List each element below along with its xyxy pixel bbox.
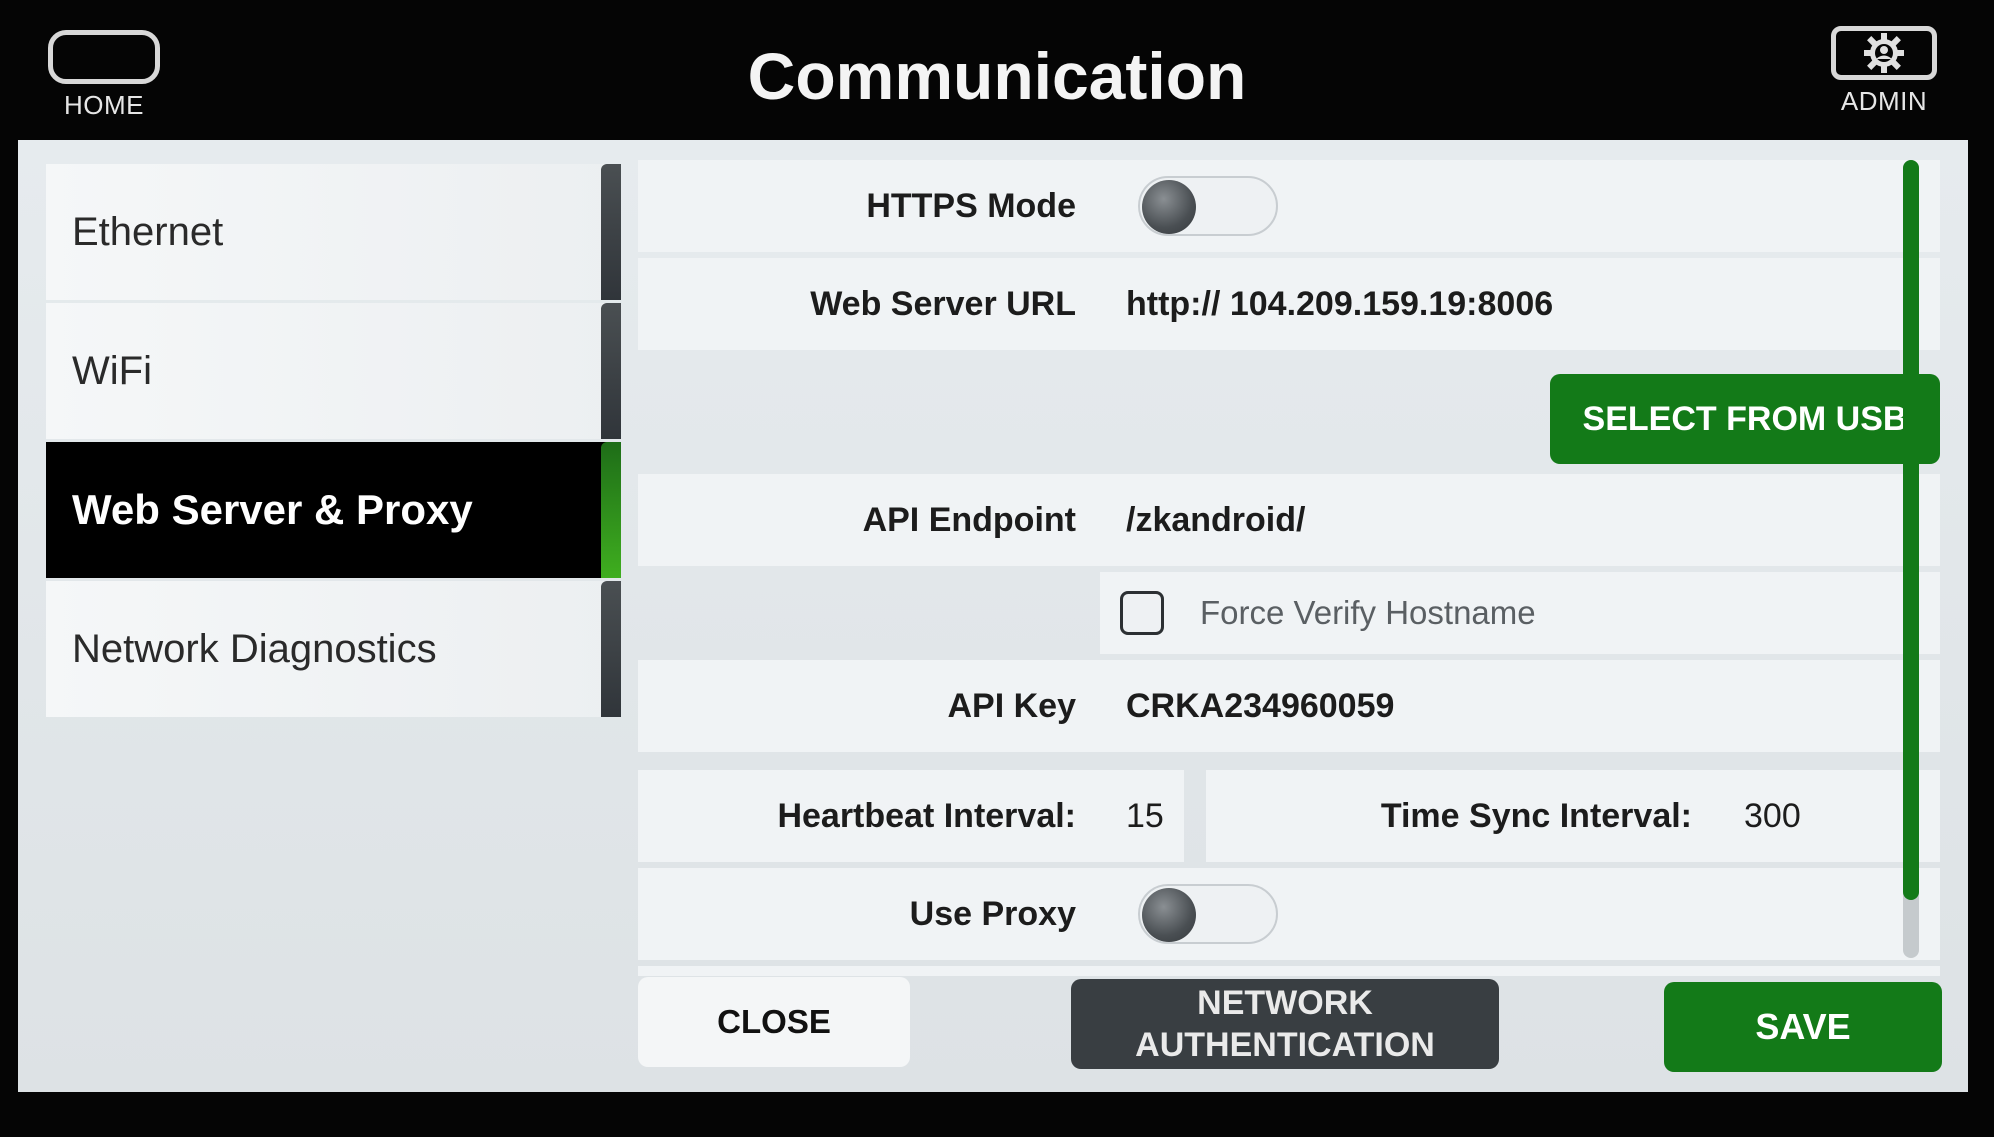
- api-endpoint-row: API Endpoint /zkandroid/: [638, 474, 1940, 566]
- sidebar-item-label: WiFi: [72, 348, 152, 393]
- api-key-field[interactable]: CRKA234960059: [1126, 687, 1394, 726]
- sidebar-item-ethernet[interactable]: Ethernet: [46, 164, 621, 300]
- api-key-row: API Key CRKA234960059: [638, 660, 1940, 752]
- network-auth-label-line2: AUTHENTICATION: [1135, 1026, 1435, 1064]
- time-sync-label: Time Sync Interval:: [1380, 796, 1692, 835]
- api-endpoint-label: API Endpoint: [862, 500, 1076, 539]
- https-mode-label: HTTPS Mode: [866, 186, 1076, 225]
- time-sync-row: Time Sync Interval: 300: [1206, 770, 1940, 862]
- api-endpoint-field[interactable]: /zkandroid/: [1126, 501, 1305, 540]
- https-mode-row: HTTPS Mode: [638, 160, 1940, 252]
- force-verify-checkbox[interactable]: [1120, 591, 1164, 635]
- sidebar-item-wifi[interactable]: WiFi: [46, 303, 621, 439]
- heartbeat-label: Heartbeat Interval:: [777, 796, 1076, 835]
- use-proxy-label: Use Proxy: [909, 894, 1076, 933]
- sidebar-tab-indicator: [601, 303, 621, 439]
- page-title: Communication: [747, 39, 1247, 113]
- network-auth-label-line1: NETWORK: [1197, 984, 1373, 1022]
- toggle-knob: [1142, 888, 1196, 942]
- api-key-label: API Key: [947, 686, 1077, 725]
- network-authentication-button[interactable]: NETWORK AUTHENTICATION: [1071, 979, 1499, 1069]
- save-button[interactable]: SAVE: [1664, 982, 1942, 1072]
- sidebar-item-label: Ethernet: [72, 209, 224, 254]
- sidebar-tab-indicator: [601, 164, 621, 300]
- time-sync-field[interactable]: 300: [1744, 797, 1801, 836]
- heartbeat-row: Heartbeat Interval: 15: [638, 770, 1184, 862]
- screen: HOME Communication ADMIN Ethernet WiFi W…: [0, 0, 1994, 1137]
- heartbeat-field[interactable]: 15: [1126, 797, 1164, 836]
- admin-label: ADMIN: [1840, 86, 1928, 116]
- settings-form: HTTPS Mode Web Server URL http:// 104.20…: [638, 160, 1940, 1000]
- https-mode-toggle[interactable]: [1138, 176, 1278, 236]
- force-verify-row[interactable]: Force Verify Hostname: [1100, 572, 1940, 654]
- web-server-url-label: Web Server URL: [810, 284, 1076, 323]
- use-proxy-toggle[interactable]: [1138, 884, 1278, 944]
- next-row-partial: [638, 966, 1940, 976]
- web-server-url-row: Web Server URL http:// 104.209.159.19:80…: [638, 258, 1940, 350]
- sidebar-nav: Ethernet WiFi Web Server & Proxy Network…: [46, 164, 621, 720]
- toggle-knob: [1142, 180, 1196, 234]
- select-from-usb-button[interactable]: SELECT FROM USB: [1550, 374, 1940, 464]
- scrollbar-thumb[interactable]: [1903, 160, 1919, 900]
- admin-button[interactable]: ADMIN: [1828, 26, 1940, 122]
- main-panel: Ethernet WiFi Web Server & Proxy Network…: [18, 140, 1968, 1092]
- close-button[interactable]: CLOSE: [638, 977, 910, 1067]
- web-server-url-field[interactable]: http:// 104.209.159.19:8006: [1126, 285, 1553, 324]
- sidebar-tab-indicator: [601, 581, 621, 717]
- sidebar-tab-indicator: [601, 442, 621, 578]
- form-scrollbar[interactable]: [1903, 160, 1919, 958]
- sidebar-item-label: Network Diagnostics: [72, 626, 437, 671]
- use-proxy-row: Use Proxy: [638, 868, 1940, 960]
- sidebar-item-web-server-proxy[interactable]: Web Server & Proxy: [46, 442, 621, 578]
- force-verify-label: Force Verify Hostname: [1200, 594, 1536, 631]
- admin-gear-icon: [1831, 26, 1937, 80]
- sidebar-item-label: Web Server & Proxy: [72, 486, 473, 533]
- sidebar-item-network-diagnostics[interactable]: Network Diagnostics: [46, 581, 621, 717]
